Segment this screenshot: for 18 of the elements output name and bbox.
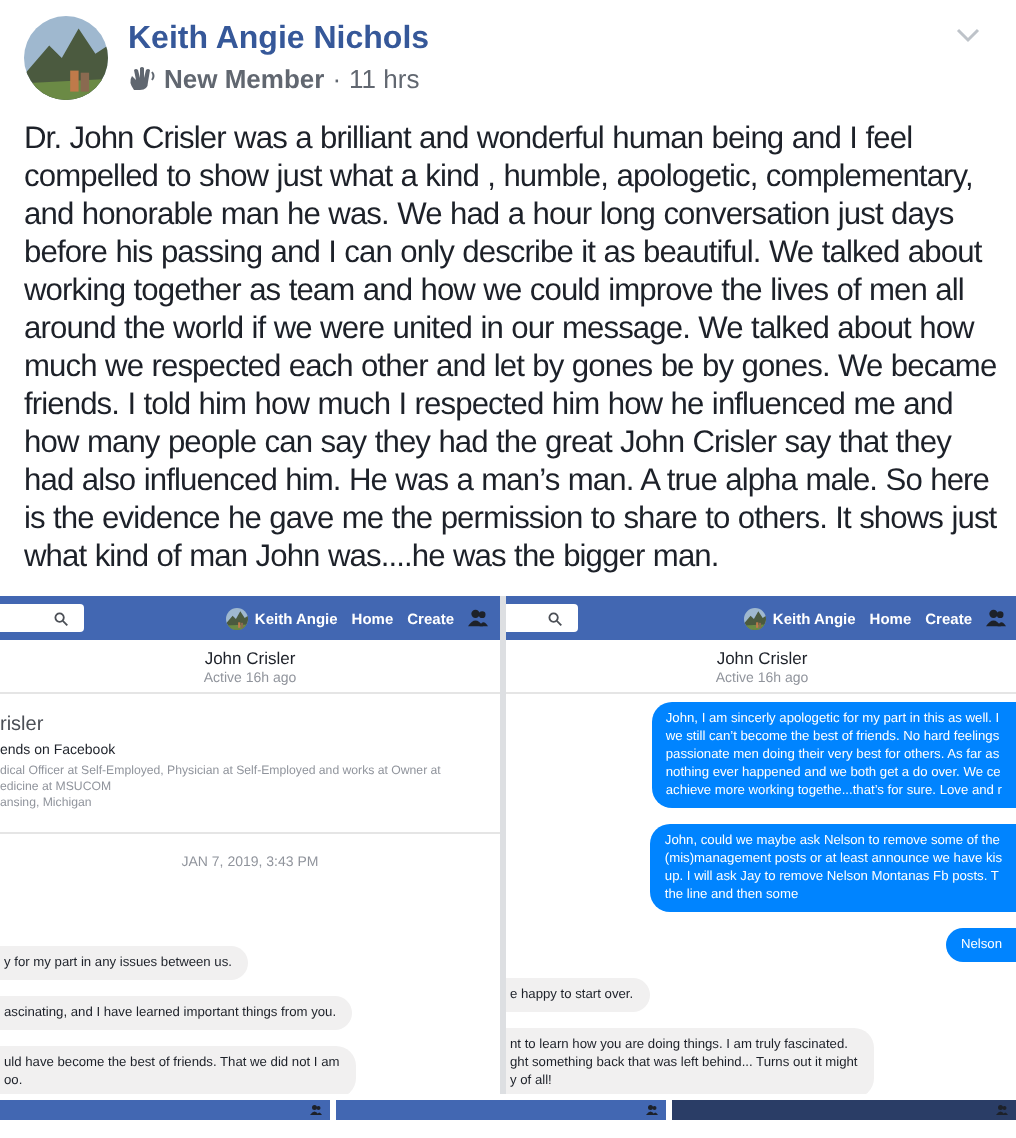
author-name[interactable]: Keith Angie Nichols bbox=[128, 22, 430, 58]
separator: · bbox=[332, 64, 342, 94]
search-icon[interactable] bbox=[54, 611, 68, 625]
chat-name: John Crisler bbox=[716, 648, 808, 668]
search-field[interactable] bbox=[0, 604, 84, 632]
search-field[interactable] bbox=[506, 604, 578, 632]
profile-name[interactable]: risler bbox=[0, 714, 500, 736]
hand-icon bbox=[128, 66, 156, 92]
chat-name: John Crisler bbox=[204, 648, 296, 668]
search-icon[interactable] bbox=[548, 611, 562, 625]
post-time[interactable]: 11 hrs bbox=[349, 64, 420, 94]
post-text: Dr. John Crisler was a brilliant and wonderful human being and I feel compelled to show just what a kind , humble, apologetic, complementary, and honorable man he was. We had a hour long conversation just days before his passing and I can only describe it as beautiful. We talked about working together as team and how we could improve the lives of men all around the world if we were united in our message. We talked about how much we respected each other and let by gones be by gones. We became friends. I told him how much I respected him how he influenced me and how many people can say they had the great John Crisler say that they had also influenced him. He was a man’s man. A true alpha male. So here is the evidence he gave me the permission to share to others. It shows just what kind of man John was....he was the bigger man. bbox=[22, 120, 999, 576]
chevron-down-icon[interactable] bbox=[956, 28, 980, 44]
member-label: New Member bbox=[164, 64, 325, 94]
friends-icon[interactable] bbox=[310, 1104, 322, 1116]
friends-icon[interactable] bbox=[468, 608, 488, 628]
friends-icon[interactable] bbox=[986, 608, 1006, 628]
friends-icon[interactable] bbox=[646, 1104, 658, 1116]
